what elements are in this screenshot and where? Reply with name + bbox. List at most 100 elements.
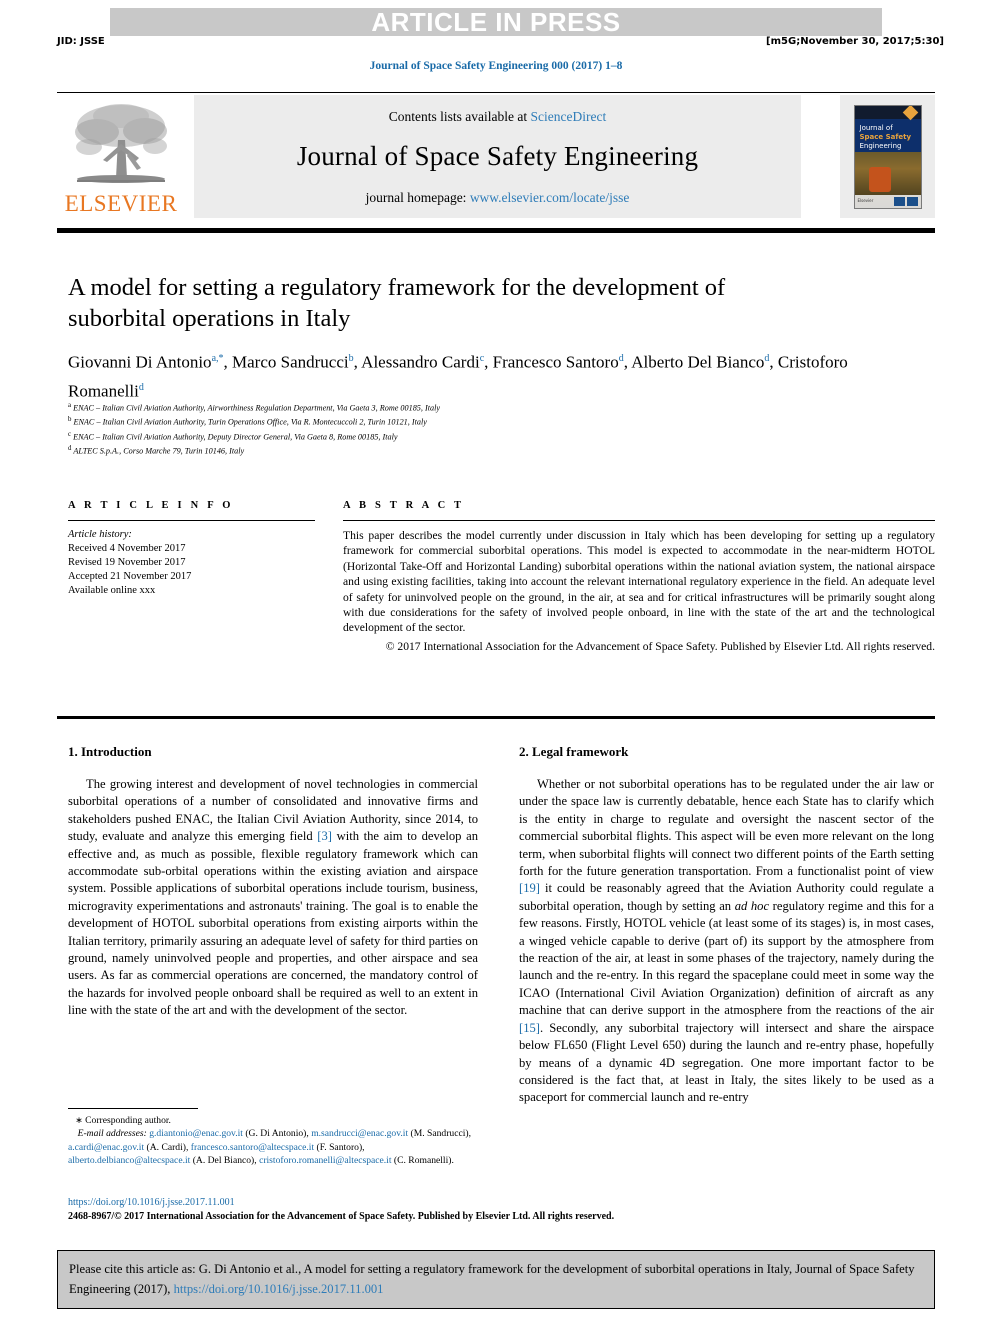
footnote-rule [68,1108,198,1110]
article-history-item: Accepted 21 November 2017 [68,571,192,582]
author-affiliation-marker: d [618,353,624,364]
elsevier-logo: ELSEVIER [57,95,185,218]
cover-footer-publisher: Elsevier [857,197,874,203]
citation-ref-19[interactable]: [19] [519,881,540,895]
page-title: A model for setting a regulatory framewo… [68,274,726,332]
citation-doi-link[interactable]: https://doi.org/10.1016/j.jsse.2017.11.0… [174,1282,384,1296]
email-addresses-label: E-mail addresses: [77,1128,147,1140]
right-column: 2. Legal framework Whether or not suborb… [519,744,934,1107]
article-history-item: Revised 19 November 2017 [68,557,186,568]
corresponding-author-note: ∗ Corresponding author. [68,1114,480,1127]
cover-title-text: Journal of Space Safety Engineering [860,124,912,151]
author-affiliation-marker: b [348,353,354,364]
cover-line-3: Engineering [859,141,902,150]
section-heading-legal-framework: 2. Legal framework [519,744,629,759]
email-link[interactable]: francesco.santoro@altecspace.it [191,1142,314,1153]
affiliation-text: ENAC – Italian Civil Aviation Authority,… [71,432,398,442]
email-owner: (A. Cardi), [144,1141,191,1153]
author-name: Francesco Santoro [492,352,619,372]
affiliation-item: b ENAC – Italian Civil Aviation Authorit… [68,414,888,428]
legal-text-adhoc: ad hoc [734,898,770,913]
article-info-rule [68,520,315,521]
homepage-prefix: journal homepage: [365,190,470,205]
email-link[interactable]: cristoforo.romanelli@altecspace.it [259,1155,391,1166]
intro-text-b: with the aim to develop an effective and… [68,829,478,1018]
author-list: Giovanni Di Antonioa,*, Marco Sandruccib… [68,352,848,401]
abstract-body: This paper describes the model currently… [343,529,935,635]
journal-title: Journal of Space Safety Engineering [296,141,699,171]
author-affiliation-marker: d [138,381,144,393]
legal-framework-paragraph: Whether or not suborbital operations has… [519,776,934,1107]
section-heading-introduction: 1. Introduction [68,744,152,759]
author-affiliation-marker: a,* [211,353,224,364]
affiliation-item: d ALTEC S.p.A., Corso Marche 79, Turin 1… [68,443,888,457]
article-info-column: A R T I C L E I N F O Article history: R… [68,500,315,598]
author-affiliation-marker: d [764,353,770,364]
sciencedirect-link[interactable]: ScienceDirect [531,109,607,124]
legal-text-d: . Secondly, any suborbital trajectory wi… [519,1020,934,1105]
cover-footer-bar: Elsevier [854,194,921,208]
issn-copyright-line: 2468-8967/© 2017 International Associati… [68,1211,615,1222]
article-page: ARTICLE IN PRESS JID: JSSE [m5G;November… [0,0,992,1323]
author-name: Giovanni Di Antonio [68,352,212,372]
masthead-top-rule [57,92,935,93]
article-history-item: Available online xxx [68,585,156,596]
contents-lists-line: Contents lists available at ScienceDirec… [389,109,606,125]
email-link[interactable]: m.sandrucci@enac.gov.it [311,1128,408,1139]
article-history-item: Received 4 November 2017 [68,543,186,554]
legal-text-a: Whether or not suborbital operations has… [519,777,934,879]
abstract-heading: A B S T R A C T [343,500,465,511]
author-name: Alberto Del Bianco [631,352,765,372]
corresponding-author-label: Corresponding author. [85,1115,171,1126]
affiliation-text: ENAC – Italian Civil Aviation Authority,… [71,403,440,413]
journal-id-label: JID: JSSE [57,36,105,47]
affiliation-item: a ENAC – Italian Civil Aviation Authorit… [68,400,888,414]
cover-line-1: Journal of [859,123,893,132]
abstract-bottom-rule [57,716,935,719]
email-addresses-block: E-mail addresses: g.diantonio@enac.gov.i… [68,1127,480,1167]
left-column: 1. Introduction The growing interest and… [68,744,478,1020]
article-in-press-label: ARTICLE IN PRESS [371,7,621,37]
email-owner: (M. Sandrucci), [408,1128,471,1140]
abstract-copyright: © 2017 International Association for the… [385,639,935,653]
masthead-bottom-rule [57,228,935,233]
affiliation-item: c ENAC – Italian Civil Aviation Authorit… [68,429,888,443]
elsevier-tree-icon [75,104,167,183]
build-stamp-label: [m5G;November 30, 2017;5:30] [766,36,944,47]
cover-footer-logos [893,196,918,206]
affiliation-list: a ENAC – Italian Civil Aviation Authorit… [68,400,888,457]
journal-homepage-line: journal homepage: www.elsevier.com/locat… [366,190,630,206]
abstract-rule [343,520,935,521]
email-link[interactable]: alberto.delbianco@altecspace.it [68,1155,190,1166]
email-owner: (F. Santoro), [314,1141,365,1153]
citation-ref-15[interactable]: [15] [519,1021,540,1035]
email-owner: (C. Romanelli). [391,1155,454,1167]
abstract-column: A B S T R A C T This paper describes the… [343,500,935,654]
contents-prefix: Contents lists available at [388,109,531,124]
citation-ref-3[interactable]: [3] [317,829,332,843]
article-info-heading: A R T I C L E I N F O [68,500,234,511]
legal-text-c: regulatory regime and this for a few rea… [519,898,934,1018]
journal-homepage-link[interactable]: www.elsevier.com/locate/jsse [470,190,630,205]
article-history-lines: Received 4 November 2017 Revised 19 Novem… [68,542,315,598]
asterisk-icon: ∗ [75,1115,83,1125]
author-name: Alessandro Cardi [361,352,480,372]
article-in-press-banner: ARTICLE IN PRESS [110,8,882,36]
email-owner: (G. Di Antonio), [242,1128,312,1140]
footnote-block: ∗ Corresponding author. E-mail addresses… [68,1114,480,1168]
email-link[interactable]: g.diantonio@enac.gov.it [149,1128,243,1139]
email-owner: (A. Del Bianco), [190,1155,260,1167]
author-affiliation-marker: c [479,353,485,364]
journal-cover-image: Journal of Space Safety Engineering Else… [853,104,922,209]
affiliation-text: ALTEC S.p.A., Corso Marche 79, Turin 101… [71,446,245,456]
running-head: Journal of Space Safety Engineering 000 … [369,60,623,72]
email-link[interactable]: a.cardi@enac.gov.it [68,1142,144,1153]
journal-masthead: ELSEVIER Contents lists available at Sci… [57,95,935,218]
introduction-paragraph: The growing interest and development of … [68,776,478,1020]
author-name: Marco Sandrucci [232,352,349,372]
masthead-center: Contents lists available at ScienceDirec… [194,95,801,218]
elsevier-wordmark: ELSEVIER [64,191,178,216]
article-doi-link[interactable]: https://doi.org/10.1016/j.jsse.2017.11.0… [68,1196,948,1210]
publication-doi-block: https://doi.org/10.1016/j.jsse.2017.11.0… [68,1196,948,1224]
journal-cover-thumbnail: Journal of Space Safety Engineering Else… [840,95,935,218]
